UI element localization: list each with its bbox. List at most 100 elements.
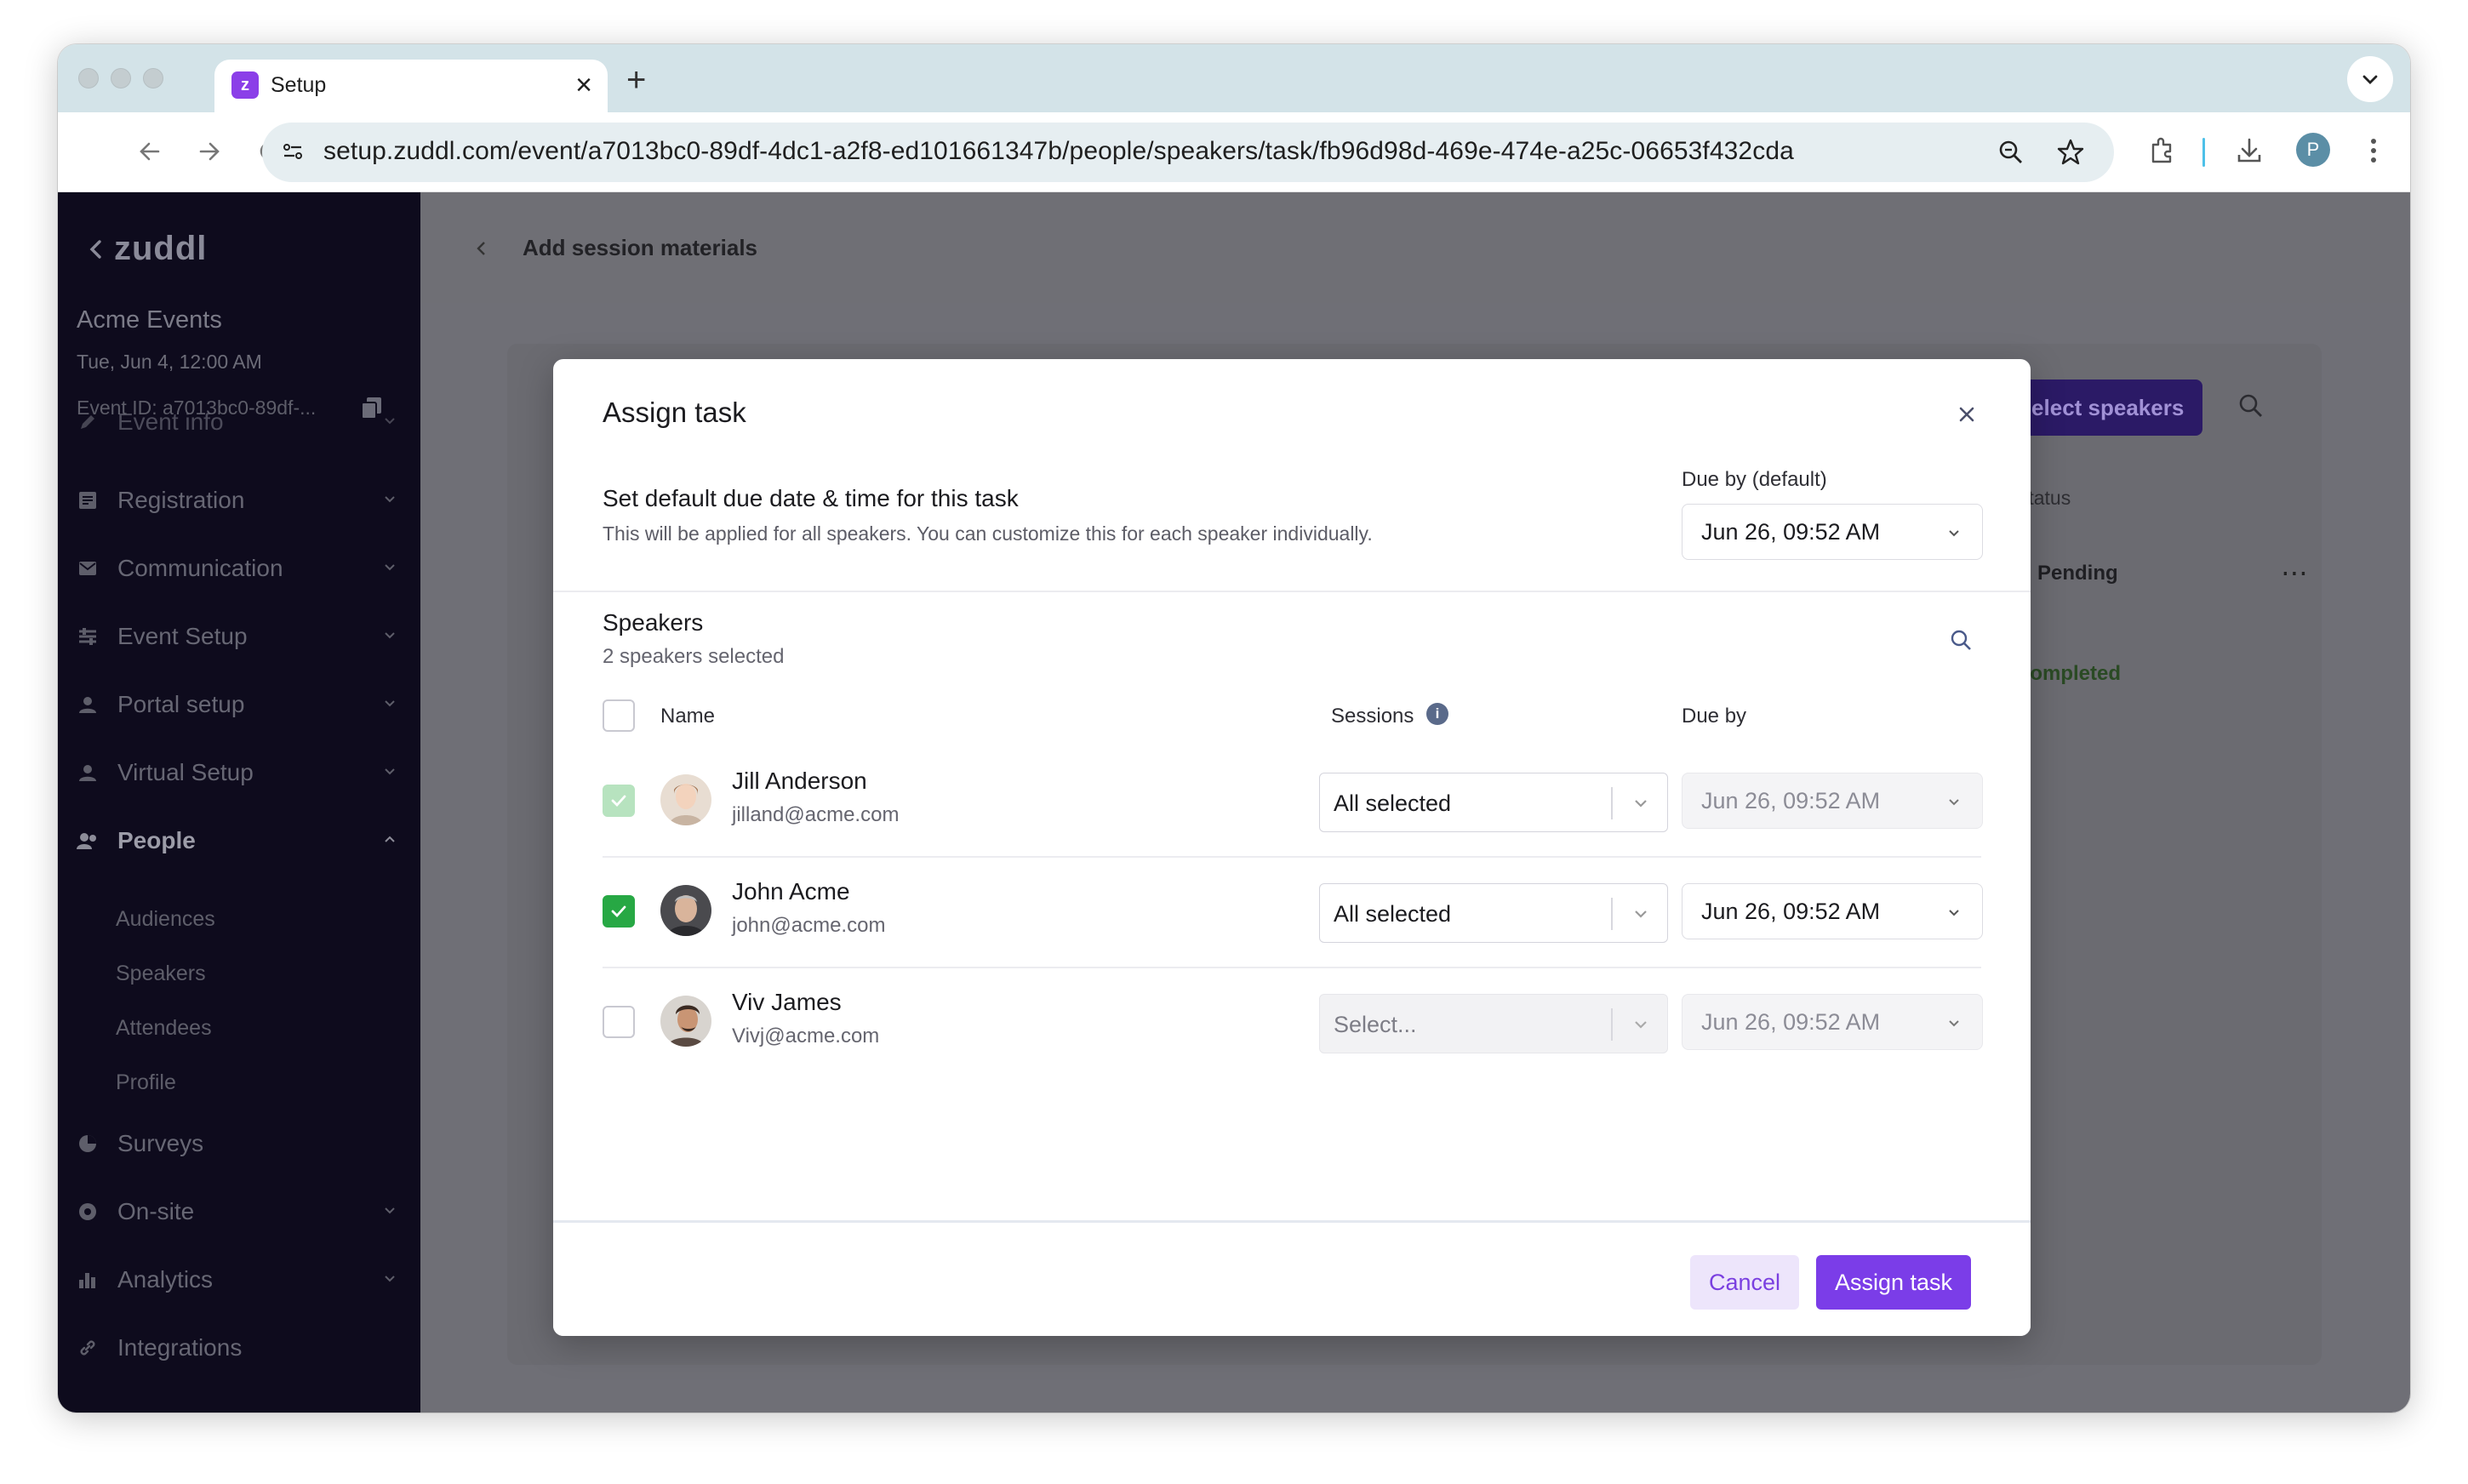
due-date-value: Jun 26, 09:52 AM — [1701, 898, 1881, 924]
chevron-down-icon — [1945, 523, 1963, 542]
extensions-icon[interactable] — [2141, 129, 2184, 172]
sidebar-item-communication[interactable]: Communication — [77, 550, 400, 587]
sidebar-item-label: Portal setup — [117, 691, 245, 717]
chevron-down-icon — [2362, 75, 2378, 84]
speaker-name: Viv James — [732, 989, 842, 1015]
sidebar-item-registration[interactable]: Registration — [77, 482, 400, 519]
info-icon[interactable]: i — [1426, 703, 1448, 725]
sessions-column-header: Sessions — [1331, 705, 1414, 728]
cancel-button[interactable]: Cancel — [1690, 1255, 1799, 1310]
brand-logo[interactable]: zuddl — [87, 230, 207, 268]
status-pending-text: Pending — [2037, 562, 2118, 585]
default-due-date-value: Jun 26, 09:52 AM — [1701, 518, 1881, 545]
sidebar-item-event-setup[interactable]: Event Setup — [77, 618, 400, 655]
due-date-value: Jun 26, 09:52 AM — [1701, 1008, 1881, 1035]
more-menu-icon[interactable] — [2352, 129, 2395, 172]
sidebar-item-analytics[interactable]: Analytics — [77, 1261, 400, 1298]
sidebar-item-label: Virtual Setup — [117, 759, 254, 785]
sidebar-item-surveys[interactable]: Surveys — [77, 1125, 400, 1162]
org-name: Acme Events — [77, 306, 222, 334]
avatar — [660, 996, 711, 1047]
close-icon[interactable] — [1954, 402, 1980, 427]
browser-toolbar: setup.zuddl.com/event/a7013bc0-89df-4dc1… — [58, 112, 2410, 192]
select-separator — [1611, 1008, 1613, 1041]
sidebar-item-on-site[interactable]: On-site — [77, 1193, 400, 1230]
profile-avatar[interactable]: P — [2296, 133, 2330, 167]
forward-arrow-icon[interactable] — [191, 133, 228, 170]
due-date-value: Jun 26, 09:52 AM — [1701, 787, 1881, 813]
chevron-down-icon — [1945, 1013, 1963, 1032]
sidebar-subitem-speakers[interactable]: Speakers — [116, 962, 206, 986]
due-date-select[interactable]: Jun 26, 09:52 AM — [1682, 773, 1983, 829]
user-icon — [77, 762, 99, 784]
due-default-label: Due by (default) — [1682, 468, 1827, 491]
sidebar-item-integrations[interactable]: Integrations — [77, 1329, 400, 1367]
sidebar-subitem-profile[interactable]: Profile — [116, 1070, 176, 1095]
default-due-date-select[interactable]: Jun 26, 09:52 AM — [1682, 504, 1983, 560]
chevron-down-icon — [1630, 792, 1652, 814]
speaker-checkbox[interactable] — [603, 1006, 635, 1038]
speaker-name: Jill Anderson — [732, 768, 867, 794]
user-icon — [77, 693, 99, 716]
site-settings-icon[interactable] — [276, 134, 310, 168]
chevron-down-icon — [380, 625, 400, 645]
sessions-select[interactable]: All selected — [1319, 883, 1668, 943]
sidebar-item-label: Analytics — [117, 1266, 214, 1293]
search-icon[interactable] — [1947, 626, 1974, 654]
sidebar-item-event-info[interactable]: Event info — [77, 403, 400, 441]
chevron-down-icon — [1630, 903, 1652, 925]
default-due-description: This will be applied for all speakers. Y… — [603, 522, 1373, 545]
location-icon — [77, 1201, 99, 1223]
due-date-select[interactable]: Jun 26, 09:52 AM — [1682, 883, 1983, 939]
tab-close-icon[interactable]: × — [575, 68, 592, 102]
sidebar-item-label: On-site — [117, 1198, 195, 1224]
status-completed-text: Completed — [2015, 662, 2122, 685]
close-window-button[interactable] — [78, 68, 99, 88]
sidebar-item-virtual-setup[interactable]: Virtual Setup — [77, 754, 400, 791]
zoom-icon[interactable] — [1993, 134, 2029, 170]
url-text: setup.zuddl.com/event/a7013bc0-89df-4dc1… — [323, 137, 1794, 165]
sidebar-item-label: Integrations — [117, 1334, 243, 1361]
speakers-title: Speakers — [603, 609, 704, 636]
bookmark-star-icon[interactable] — [2053, 134, 2088, 170]
chevron-down-icon — [1945, 903, 1963, 922]
back-chevron-icon[interactable] — [471, 238, 492, 259]
sidebar-item-label: Communication — [117, 555, 283, 581]
sidebar-item-people[interactable]: People — [77, 822, 400, 859]
modal-footer: Cancel Assign task — [553, 1220, 2031, 1336]
tab-setup[interactable]: z Setup × — [214, 60, 608, 112]
select-all-checkbox[interactable] — [603, 699, 635, 732]
sessions-select[interactable]: All selected — [1319, 773, 1668, 832]
zuddl-favicon-icon: z — [231, 71, 259, 99]
sidebar-item-label: Event Setup — [117, 623, 248, 649]
default-due-title: Set default due date & time for this tas… — [603, 485, 1019, 511]
chevron-down-icon — [1630, 1013, 1652, 1036]
form-icon — [77, 489, 99, 511]
speaker-checkbox[interactable] — [603, 785, 635, 817]
speaker-email: jilland@acme.com — [732, 803, 900, 826]
chevron-down-icon — [380, 1200, 400, 1220]
search-icon[interactable] — [2237, 391, 2267, 422]
sidebar: zuddl Acme Events Tue, Jun 4, 12:00 AM E… — [58, 192, 420, 1413]
minimize-window-button[interactable] — [111, 68, 131, 88]
address-bar[interactable]: setup.zuddl.com/event/a7013bc0-89df-4dc1… — [262, 123, 2114, 182]
new-tab-icon[interactable]: + — [626, 61, 646, 99]
app-content: zuddl Acme Events Tue, Jun 4, 12:00 AM E… — [58, 192, 2410, 1413]
due-date-select[interactable]: Jun 26, 09:52 AM — [1682, 994, 1983, 1050]
tab-title: Setup — [271, 73, 327, 97]
name-column-header: Name — [660, 705, 716, 728]
sidebar-subitem-audiences[interactable]: Audiences — [116, 907, 215, 932]
tab-search-button[interactable] — [2347, 56, 2393, 102]
maximize-window-button[interactable] — [143, 68, 163, 88]
sessions-select[interactable]: Select... — [1319, 994, 1668, 1053]
download-icon[interactable] — [2228, 129, 2271, 172]
page-title: Add session materials — [523, 235, 757, 260]
speaker-checkbox[interactable] — [603, 895, 635, 928]
sidebar-subitem-attendees[interactable]: Attendees — [116, 1016, 212, 1041]
sidebar-item-portal-setup[interactable]: Portal setup — [77, 686, 400, 723]
more-options-icon[interactable]: ⋯ — [2281, 556, 2308, 589]
assign-task-button[interactable]: Assign task — [1816, 1255, 1971, 1310]
section-divider — [553, 591, 2031, 592]
back-arrow-icon[interactable] — [131, 133, 169, 170]
chevron-down-icon — [380, 410, 400, 431]
